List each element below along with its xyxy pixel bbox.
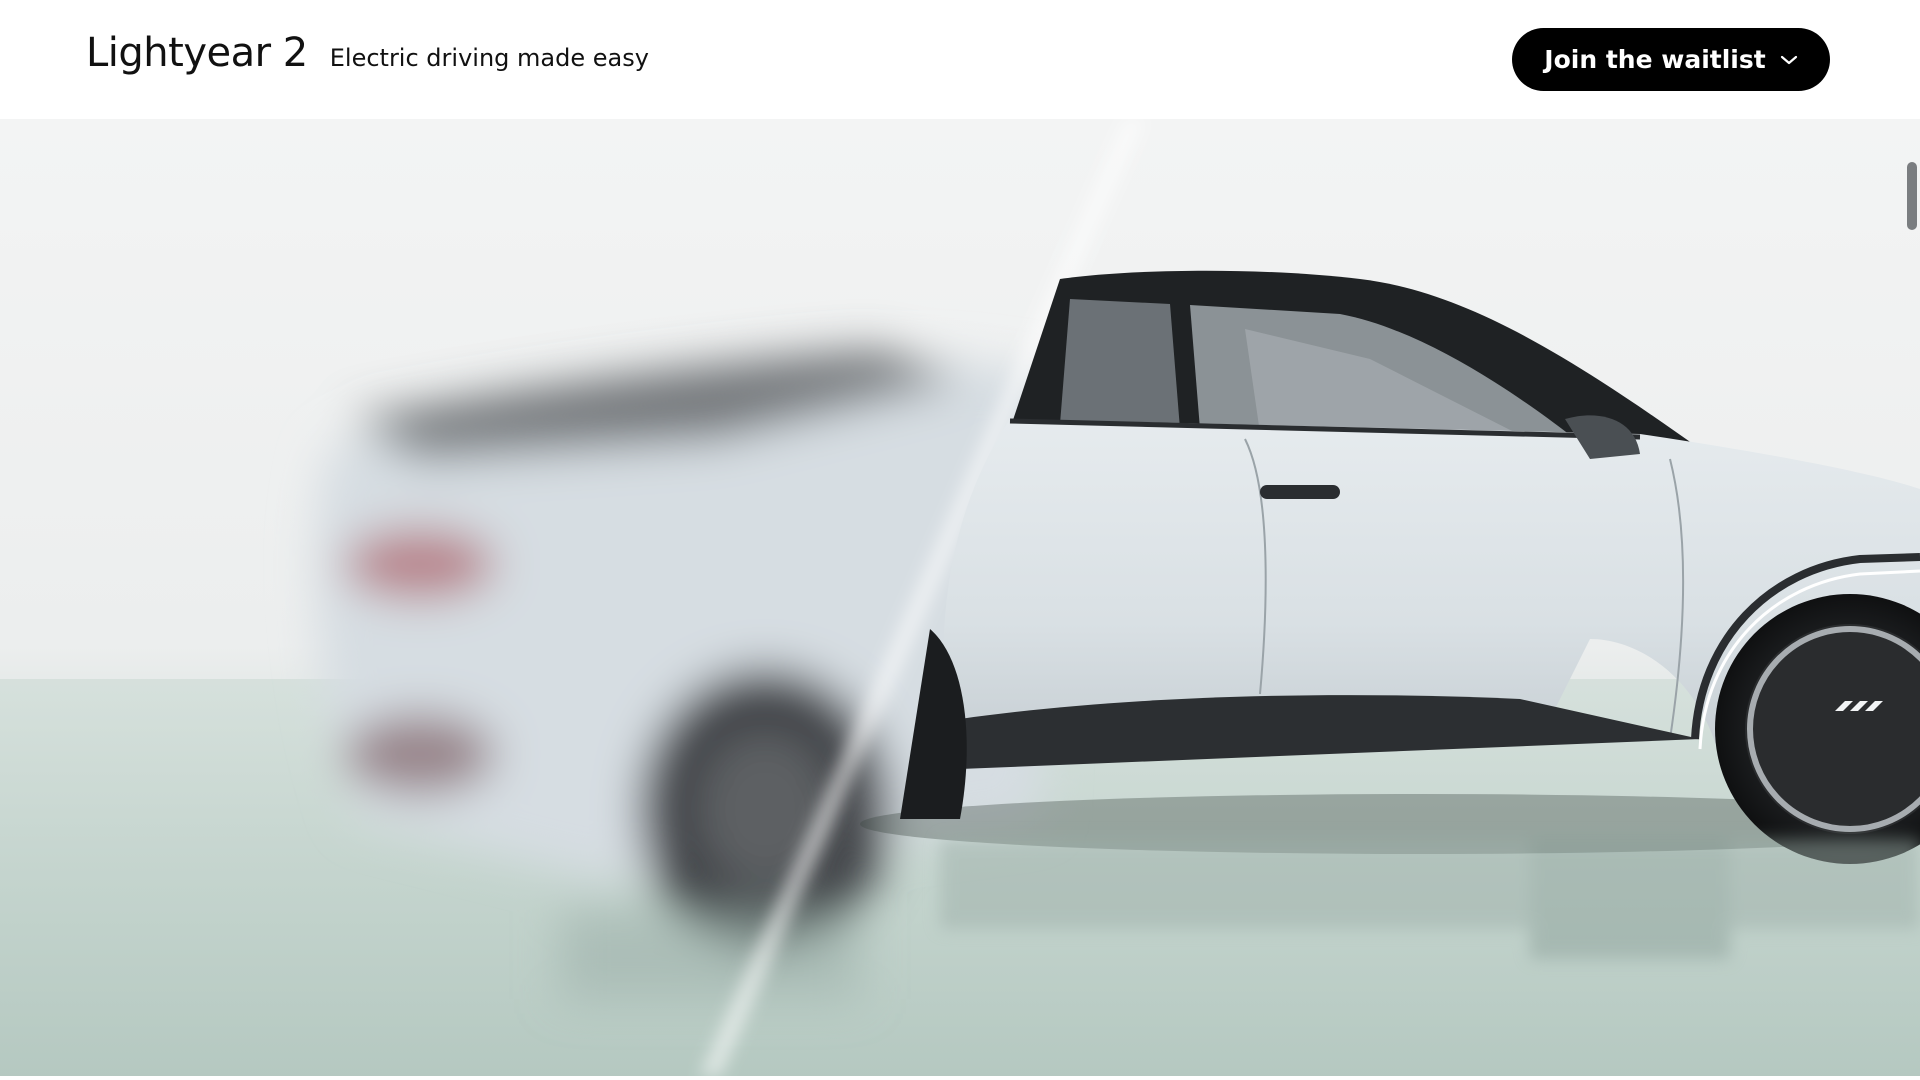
brand-tagline: Electric driving made easy <box>329 44 649 72</box>
site-header: Lightyear 2 Electric driving made easy J… <box>0 0 1920 119</box>
scrollbar-thumb[interactable] <box>1907 162 1917 230</box>
brand-name[interactable]: Lightyear 2 <box>86 30 308 76</box>
car-side-view-image <box>0 119 1920 1076</box>
bottom-divider <box>0 1076 1920 1080</box>
chevron-down-icon <box>1780 55 1797 64</box>
brand: Lightyear 2 Electric driving made easy <box>86 30 649 76</box>
join-waitlist-label: Join the waitlist <box>1544 45 1766 74</box>
hero-image <box>0 119 1920 1076</box>
join-waitlist-button[interactable]: Join the waitlist <box>1512 28 1830 91</box>
